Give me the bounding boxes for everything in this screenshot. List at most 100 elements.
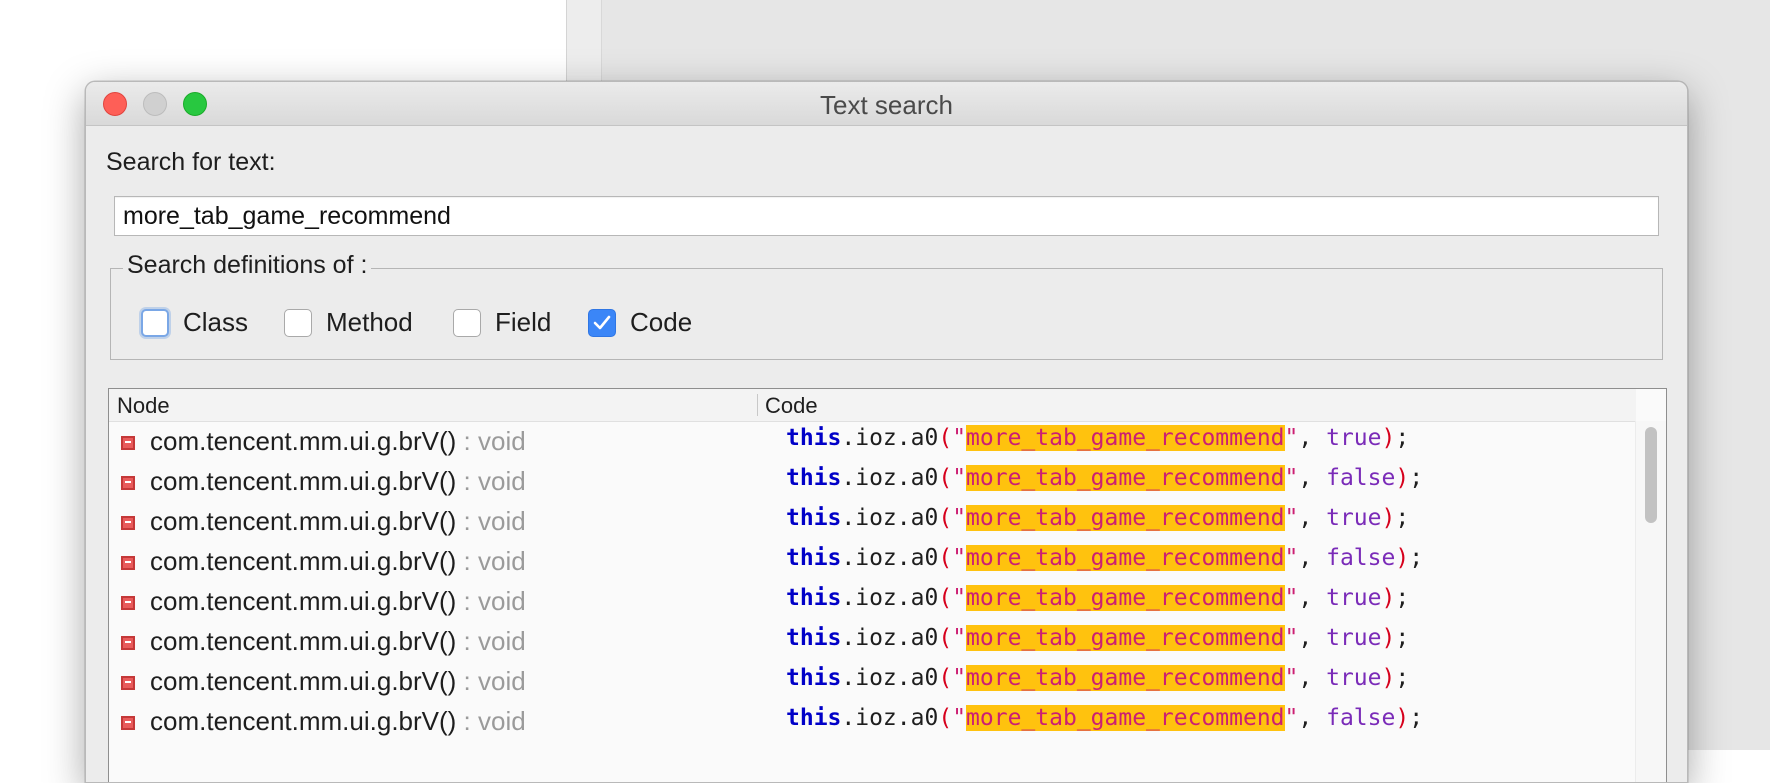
code-keyword: this [786, 585, 842, 611]
code-quote: " [1284, 505, 1299, 531]
code-call: .ioz.a0 [841, 425, 939, 451]
code-boolean: true [1326, 625, 1382, 651]
code-cell: this.ioz.a0("more_tab_game_recommend", t… [786, 505, 1409, 531]
code-semicolon: ; [1395, 625, 1410, 651]
code-cell: this.ioz.a0("more_tab_game_recommend", t… [786, 625, 1409, 651]
field-checkbox[interactable]: Field [453, 307, 551, 338]
code-quote: " [1284, 625, 1299, 651]
code-keyword: this [786, 465, 842, 491]
checkbox-label: Field [495, 307, 552, 337]
table-row[interactable]: com.tencent.mm.ui.g.brV() : void this.ioz… [109, 581, 1636, 621]
code-quote: " [952, 545, 967, 571]
search-label: Search for text: [106, 148, 276, 176]
vertical-scrollbar[interactable] [1635, 421, 1666, 782]
class-checkbox[interactable]: Class [141, 307, 248, 338]
method-node-icon [121, 436, 135, 450]
table-row[interactable]: com.tencent.mm.ui.g.brV() : void this.ioz… [109, 621, 1636, 661]
code-quote: " [1284, 425, 1299, 451]
node-cell: com.tencent.mm.ui.g.brV() : void [150, 586, 526, 617]
code-call: .ioz.a0 [841, 545, 939, 571]
node-return-type: : void [456, 466, 526, 496]
node-name: com.tencent.mm.ui.g.brV() [150, 626, 457, 656]
code-quote: " [952, 705, 967, 731]
code-semicolon: ; [1395, 505, 1410, 531]
node-name: com.tencent.mm.ui.g.brV() [150, 586, 457, 616]
table-row[interactable]: com.tencent.mm.ui.g.brV() : void this.ioz… [109, 701, 1636, 741]
code-cell: this.ioz.a0("more_tab_game_recommend", f… [786, 705, 1423, 731]
node-cell: com.tencent.mm.ui.g.brV() : void [150, 426, 526, 457]
code-quote: " [952, 585, 967, 611]
results-rows: com.tencent.mm.ui.g.brV() : void this.ioz… [109, 421, 1636, 741]
node-return-type: : void [456, 666, 526, 696]
node-cell: com.tencent.mm.ui.g.brV() : void [150, 466, 526, 497]
code-paren-open: ( [938, 425, 953, 451]
node-name: com.tencent.mm.ui.g.brV() [150, 426, 457, 456]
code-cell: this.ioz.a0("more_tab_game_recommend", f… [786, 545, 1423, 571]
code-call: .ioz.a0 [841, 665, 939, 691]
code-match-highlight: more_tab_game_recommend [966, 665, 1285, 691]
column-divider[interactable] [757, 394, 758, 416]
checkbox-box[interactable] [284, 308, 312, 337]
checkbox-box[interactable] [453, 308, 481, 337]
code-checkbox[interactable]: Code [588, 307, 692, 338]
results-table: Node Code com.tencent.mm.ui.g.brV() : vo… [108, 388, 1667, 782]
table-row[interactable]: com.tencent.mm.ui.g.brV() : void this.ioz… [109, 461, 1636, 501]
column-header-node[interactable]: Node [117, 393, 170, 419]
code-comma: , [1298, 505, 1327, 531]
checkmark-icon [593, 315, 611, 329]
checkbox-label: Class [183, 307, 249, 337]
node-name: com.tencent.mm.ui.g.brV() [150, 666, 457, 696]
code-quote: " [952, 665, 967, 691]
node-name: com.tencent.mm.ui.g.brV() [150, 706, 457, 736]
code-paren-open: ( [938, 665, 953, 691]
code-paren-open: ( [938, 545, 953, 571]
code-quote: " [1284, 665, 1299, 691]
code-cell: this.ioz.a0("more_tab_game_recommend", f… [786, 465, 1423, 491]
code-paren-close: ) [1381, 585, 1396, 611]
method-checkbox[interactable]: Method [284, 307, 413, 338]
scrollbar-thumb[interactable] [1645, 427, 1657, 523]
code-semicolon: ; [1395, 585, 1410, 611]
table-row[interactable]: com.tencent.mm.ui.g.brV() : void this.ioz… [109, 541, 1636, 581]
checkbox-box-checked[interactable] [588, 308, 616, 337]
code-paren-open: ( [938, 505, 953, 531]
code-quote: " [1284, 705, 1299, 731]
method-node-icon [121, 636, 135, 650]
node-name: com.tencent.mm.ui.g.brV() [150, 506, 457, 536]
checkbox-label: Code [630, 307, 693, 337]
code-comma: , [1298, 585, 1327, 611]
code-keyword: this [786, 705, 842, 731]
code-comma: , [1298, 625, 1327, 651]
code-keyword: this [786, 545, 842, 571]
code-call: .ioz.a0 [841, 505, 939, 531]
title-bar: Text search [86, 82, 1687, 126]
checkbox-label: Method [326, 307, 413, 337]
method-node-icon [121, 516, 135, 530]
code-call: .ioz.a0 [841, 465, 939, 491]
method-node-icon [121, 676, 135, 690]
code-comma: , [1298, 705, 1327, 731]
code-call: .ioz.a0 [841, 705, 939, 731]
search-input[interactable] [114, 196, 1659, 236]
code-match-highlight: more_tab_game_recommend [966, 425, 1285, 451]
node-return-type: : void [456, 506, 526, 536]
method-node-icon [121, 716, 135, 730]
code-paren-open: ( [938, 625, 953, 651]
column-header-code[interactable]: Code [765, 393, 818, 419]
code-paren-close: ) [1395, 465, 1410, 491]
node-cell: com.tencent.mm.ui.g.brV() : void [150, 666, 526, 697]
search-definitions-legend: Search definitions of : [123, 251, 372, 280]
node-name: com.tencent.mm.ui.g.brV() [150, 466, 457, 496]
code-call: .ioz.a0 [841, 625, 939, 651]
code-paren-open: ( [938, 585, 953, 611]
code-semicolon: ; [1395, 425, 1410, 451]
code-boolean: true [1326, 505, 1382, 531]
checkbox-box[interactable] [141, 308, 169, 337]
code-quote: " [1284, 585, 1299, 611]
table-row[interactable]: com.tencent.mm.ui.g.brV() : void this.ioz… [109, 501, 1636, 541]
code-quote: " [952, 625, 967, 651]
table-row[interactable]: com.tencent.mm.ui.g.brV() : void this.ioz… [109, 421, 1636, 461]
table-row[interactable]: com.tencent.mm.ui.g.brV() : void this.ioz… [109, 661, 1636, 701]
code-quote: " [1284, 465, 1299, 491]
node-return-type: : void [456, 426, 526, 456]
